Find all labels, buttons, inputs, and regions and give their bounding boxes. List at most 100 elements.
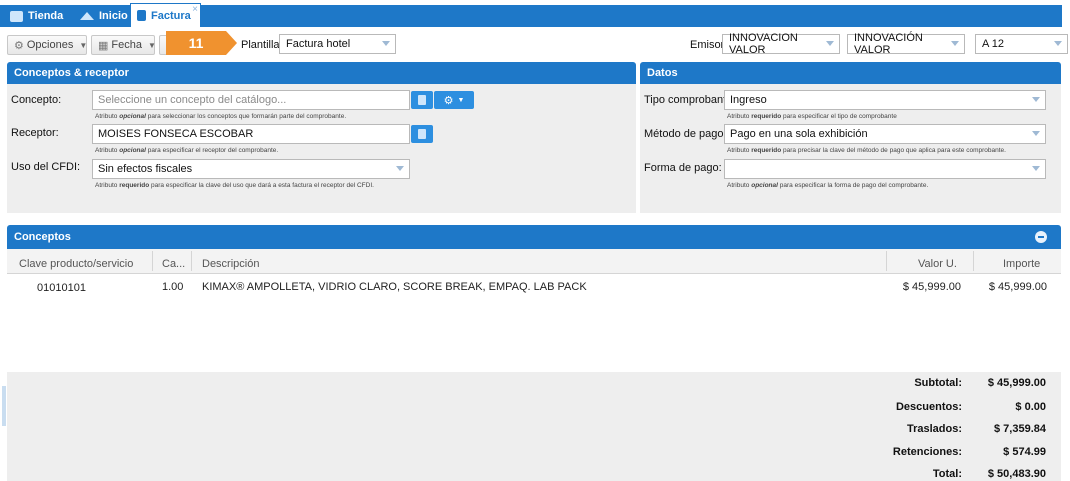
receptor-value: MOISES FONSECA ESCOBAR [98,128,254,140]
tipo-comprobante-value: Ingreso [730,94,767,106]
concepto-settings-button[interactable]: ⚙ ▼ [434,91,474,109]
chevron-down-icon [382,41,390,46]
serie-select[interactable]: A 12 [975,34,1068,54]
traslados-label: Traslados: [906,423,962,435]
cell-descripcion: KIMAX® AMPOLLETA, VIDRIO CLARO, SCORE BR… [202,281,587,293]
fecha-label: Fecha [111,39,142,51]
serie-value: A 12 [982,38,1005,50]
chevron-down-icon [1032,166,1040,171]
concepto-placeholder: Seleccione un concepto del catálogo... [98,94,287,106]
conceptos-header: Conceptos [7,225,1061,249]
table-row[interactable]: 01010101 1.00 KIMAX® AMPOLLETA, VIDRIO C… [7,275,1061,297]
step-badge-label: 11 [188,35,204,51]
window-icon [10,10,23,22]
forma-pago-hint: Atributo opcional para especificar la fo… [727,182,929,189]
panel-title: Conceptos & receptor [14,67,129,79]
collapse-icon[interactable] [1035,231,1047,243]
total-label: Total: [932,468,962,480]
tab-label: Factura [151,9,191,22]
emisor-sucursal-value: INNOVACIÓN VALOR [854,32,923,56]
column-divider [973,251,974,271]
retenciones-value: $ 574.99 [1003,446,1046,458]
fecha-button[interactable]: ▦ Fecha ▼ [91,35,156,55]
chevron-down-icon [1054,41,1062,46]
concepto-label: Concepto: [11,94,62,106]
column-header-descripcion[interactable]: Descripción [202,258,259,270]
descuentos-value: $ 0.00 [1015,401,1046,413]
chevron-down-icon [1032,131,1040,136]
emisor-label: Emisor [690,39,725,51]
document-icon [418,129,426,139]
tipo-comprobante-hint: Atributo requerido para especificar el t… [727,113,897,120]
metodo-pago-select[interactable]: Pago en una sola exhibición [724,124,1046,144]
receptor-button[interactable] [411,125,433,143]
emisor-sucursal-select[interactable]: INNOVACIÓN VALOR [847,32,965,56]
chevron-down-icon: ▼ [79,40,88,50]
gear-icon: ⚙ [14,39,24,52]
plantilla-label: Plantilla: [241,39,283,51]
chevron-down-icon [951,41,959,46]
concepto-input[interactable]: Seleccione un concepto del catálogo... [92,90,410,110]
plantilla-select[interactable]: Factura hotel [279,34,396,54]
column-header-cantidad[interactable]: Ca... [162,258,185,270]
chevron-down-icon [1032,97,1040,102]
forma-pago-select[interactable] [724,159,1046,179]
subtotal-value: $ 45,999.00 [987,377,1046,389]
metodo-pago-value: Pago en una sola exhibición [730,128,868,140]
datos-header: Datos [640,62,1061,84]
receptor-hint: Atributo opcional para especificar el re… [95,147,279,154]
column-divider [886,251,887,271]
emisor-select[interactable]: INNOVACION VALOR [722,32,840,56]
plantilla-value: Factura hotel [286,38,351,50]
uso-cfdi-hint: Atributo requerido para especificar la c… [95,182,374,189]
uso-cfdi-select[interactable]: Sin efectos fiscales [92,159,410,179]
opciones-label: Opciones [26,39,74,51]
panel-title: Datos [647,67,678,79]
tab-label: Tienda [28,10,64,22]
cell-cantidad: 1.00 [162,281,184,293]
tab-label: Inicio [99,10,128,22]
column-header-valor[interactable]: Valor U. [918,258,957,270]
total-value: $ 50,483.90 [987,468,1046,480]
tipo-comprobante-label: Tipo comprobante: [644,94,736,106]
column-header-clave[interactable]: Clave producto/servicio [19,258,133,270]
metodo-pago-hint: Atributo requerido para precisar la clav… [727,147,1006,154]
step-badge-arrow [226,31,237,55]
opciones-button[interactable]: ⚙ Opciones ▼ [7,35,87,55]
splitter-handle[interactable] [2,386,6,426]
column-divider [152,251,153,271]
step-badge: 11 [166,31,226,55]
emisor-value: INNOVACION VALOR [729,32,798,56]
metodo-pago-label: Método de pago: [644,128,727,140]
chevron-down-icon [396,166,404,171]
tab-inicio[interactable]: Inicio [74,5,128,27]
forma-pago-label: Forma de pago: [644,162,722,174]
concepto-hint: Atributo opcional para seleccionar los c… [95,113,347,120]
subtotal-label: Subtotal: [914,377,962,389]
tipo-comprobante-select[interactable]: Ingreso [724,90,1046,110]
cell-clave: 01010101 [37,282,86,294]
column-header-importe[interactable]: Importe [1003,258,1040,270]
uso-cfdi-value: Sin efectos fiscales [98,163,193,175]
home-icon [80,12,94,20]
retenciones-label: Retenciones: [892,446,962,458]
uso-cfdi-label: Uso del CFDI: [11,161,81,173]
calendar-icon: ▦ [98,39,109,52]
chevron-down-icon: ▼ [147,40,156,50]
totals-area [7,372,1061,481]
panel-title: Conceptos [14,231,71,243]
tab-factura[interactable]: Factura × [130,3,201,27]
traslados-value: $ 7,359.84 [994,423,1046,435]
document-icon [418,95,426,105]
chevron-down-icon: ▼ [457,96,465,104]
tab-tienda[interactable]: Tienda [4,5,70,27]
conceptos-receptor-header: Conceptos & receptor [7,62,636,84]
concepto-catalog-button[interactable] [411,91,433,109]
cell-importe: $ 45,999.00 [988,281,1047,293]
receptor-input[interactable]: MOISES FONSECA ESCOBAR [92,124,410,144]
chevron-down-icon [826,41,834,46]
column-divider [191,251,192,271]
receptor-label: Receptor: [11,127,59,139]
close-icon[interactable]: × [192,4,198,15]
document-icon [137,10,146,21]
